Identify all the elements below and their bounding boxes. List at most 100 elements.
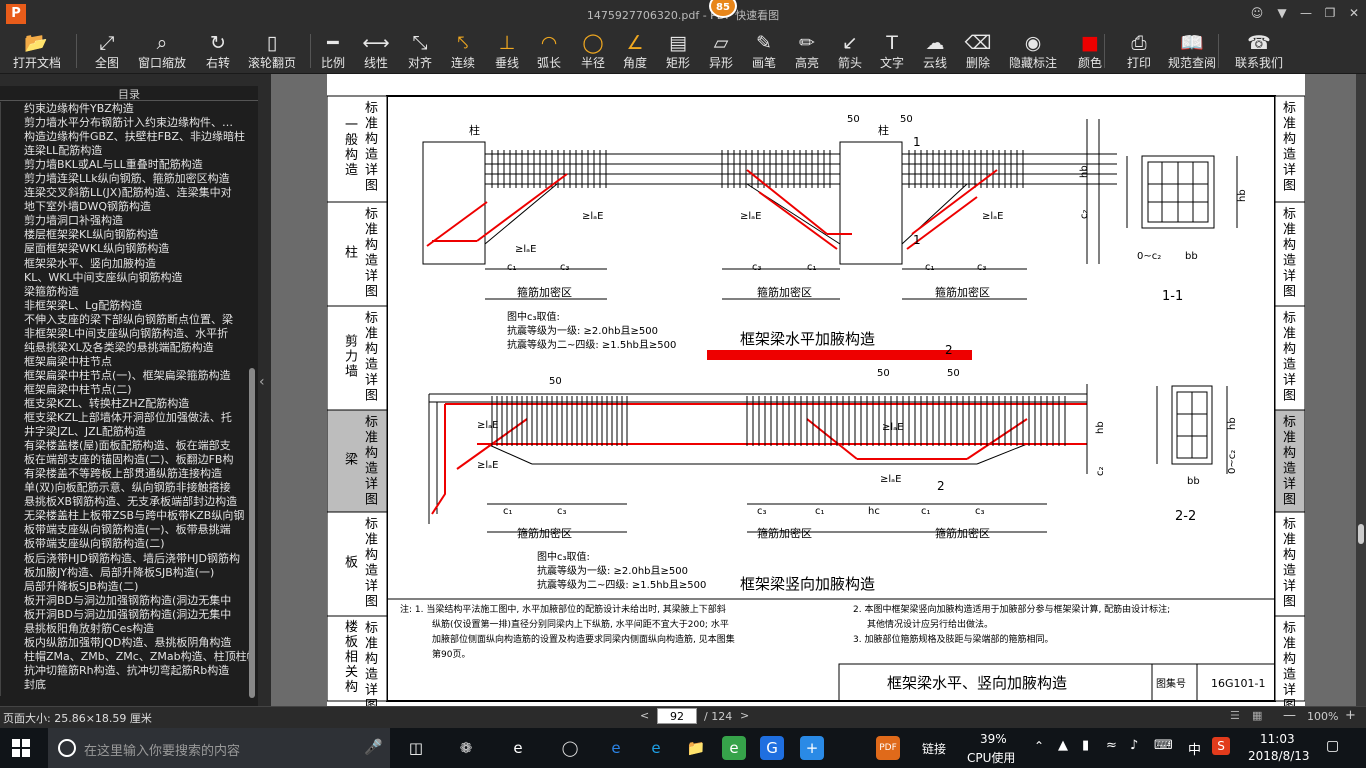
- sidebar-collapse-button[interactable]: ‹: [258, 74, 271, 706]
- red-highlight-annotation[interactable]: [707, 350, 972, 360]
- next-page-button[interactable]: >: [740, 709, 749, 722]
- toolbar-button-highlighter[interactable]: ✏ 高亮: [792, 28, 822, 74]
- toc-item[interactable]: 板带端支座纵向钢筋构造(一)、板带悬挑端: [1, 523, 250, 537]
- toc-item[interactable]: 板开洞BD与洞边加强钢筋构造(洞边无集中: [1, 594, 250, 608]
- toc-item[interactable]: 非框架梁L、Lg配筋构造: [1, 299, 250, 313]
- toc-item[interactable]: 板带端支座纵向钢筋构造(二): [1, 537, 250, 551]
- toolbar-button-eraser[interactable]: ⌫ 删除: [963, 28, 993, 74]
- restore-icon[interactable]: ❐: [1320, 4, 1340, 22]
- menu-dropdown-icon[interactable]: ▼: [1272, 4, 1292, 22]
- page-number-input[interactable]: 92: [657, 708, 697, 724]
- toc-item[interactable]: 框架梁水平、竖向加腋构造: [1, 257, 250, 271]
- toc-item[interactable]: 连梁LL配筋构造: [1, 144, 250, 158]
- keyboard-icon[interactable]: ⌨: [1154, 738, 1173, 753]
- tray-expand-icon[interactable]: ⌃: [1034, 739, 1044, 753]
- clock-date[interactable]: 2018/8/13: [1248, 749, 1310, 763]
- toolbar-button-continuous-measure[interactable]: ⤣ 连续: [448, 28, 478, 74]
- close-icon[interactable]: ✕: [1344, 4, 1364, 22]
- toolbar-button-arc-length[interactable]: ◠ 弧长: [534, 28, 564, 74]
- toc-item[interactable]: 抗冲切箍筋Rh构造、抗冲切弯起筋Rb构造: [1, 664, 250, 678]
- toc-item[interactable]: 板开洞BD与洞边加强钢筋构造(洞边无集中: [1, 608, 250, 622]
- toc-item[interactable]: 连梁交叉斜筋LL(JX)配筋构造、连梁集中对: [1, 186, 250, 200]
- toc-scrollbar[interactable]: [249, 368, 255, 698]
- toc-item[interactable]: 板在端部支座的锚固构造(二)、板翻边FB构: [1, 453, 250, 467]
- ime-indicator[interactable]: 中: [1188, 739, 1201, 758]
- toc-item[interactable]: KL、WKL中间支座纵向钢筋构造: [1, 271, 250, 285]
- toc-item[interactable]: 有梁楼盖楼(屋)面板配筋构造、板在端部支: [1, 439, 250, 453]
- toc-item[interactable]: 局部升降板SJB构造(二): [1, 580, 250, 594]
- toc-item[interactable]: 构造边缘构件GBZ、扶壁柱FBZ、非边缘暗柱: [1, 130, 250, 144]
- viewer-scroll-thumb[interactable]: [1358, 524, 1364, 544]
- toolbar-button-book[interactable]: 📖 规范查阅: [1166, 28, 1218, 74]
- toolbar-button-hide-eye[interactable]: ◉ 隐藏标注: [1007, 28, 1059, 74]
- toolbar-button-rotate-right[interactable]: ↻ 右转: [203, 28, 233, 74]
- viewer-scrollbar[interactable]: [1356, 74, 1366, 706]
- battery-icon[interactable]: ▮: [1082, 738, 1089, 753]
- toc-item[interactable]: 框架扁梁中柱节点: [1, 355, 250, 369]
- toolbar-button-printer[interactable]: ⎙ 打印: [1124, 28, 1154, 74]
- toc-item[interactable]: 框架扁梁中柱节点(一)、框架扁梁箍筋构造: [1, 369, 250, 383]
- toc-item[interactable]: 纯悬挑梁XL及各类梁的悬挑端配筋构造: [1, 341, 250, 355]
- clock-time[interactable]: 11:03: [1260, 732, 1295, 746]
- toolbar-button-magnifier[interactable]: ⌕ 窗口缩放: [136, 28, 188, 74]
- toolbar-button-fullscreen[interactable]: ⤢ 全图: [92, 28, 122, 74]
- internet-explorer-icon[interactable]: e: [644, 736, 668, 760]
- view-mode-icon[interactable]: ▦: [1252, 709, 1262, 722]
- toc-item[interactable]: 有梁楼盖不等跨板上部贯通纵筋连接构造: [1, 467, 250, 481]
- toolbar-button-mouse-wheel[interactable]: ▯ 滚轮翻页: [246, 28, 298, 74]
- browser-360-icon[interactable]: e: [722, 736, 746, 760]
- toc-item[interactable]: 井字梁JZL、JZL配筋构造: [1, 425, 250, 439]
- toc-item[interactable]: 约束边缘构件YBZ构造: [1, 102, 250, 116]
- taskbar-search-box[interactable]: 在这里输入你要搜索的内容 🎤: [48, 728, 390, 768]
- pdf-viewer-taskbar-icon[interactable]: PDF: [876, 736, 900, 760]
- toc-item[interactable]: 板内纵筋加强带JQD构造、悬挑板阴角构造: [1, 636, 250, 650]
- start-button[interactable]: [12, 739, 30, 757]
- edge-icon[interactable]: e: [604, 736, 628, 760]
- wifi-icon[interactable]: ≈: [1106, 738, 1117, 753]
- toc-item[interactable]: 单(双)向板配筋示意、纵向钢筋非接触搭接: [1, 481, 250, 495]
- task-view-icon[interactable]: ◫: [404, 736, 428, 760]
- sogou-icon[interactable]: G: [760, 736, 784, 760]
- file-explorer-icon[interactable]: 📁: [684, 736, 708, 760]
- toc-item[interactable]: 无梁楼盖柱上板带ZSB与跨中板带KZB纵向钢: [1, 509, 250, 523]
- toolbar-button-rectangle-area[interactable]: ▤ 矩形: [663, 28, 693, 74]
- toolbar-button-angle[interactable]: ∠ 角度: [620, 28, 650, 74]
- toc-item[interactable]: 板后浇带HJD钢筋构造、墙后浇带HJD钢筋构: [1, 552, 250, 566]
- toc-item[interactable]: 剪力墙洞口补强构造: [1, 214, 250, 228]
- toolbar-button-folder[interactable]: 📂 打开文档: [13, 28, 61, 74]
- toc-item[interactable]: 柱帽ZMa、ZMb、ZMc、ZMab构造、柱顶柱帽: [1, 650, 250, 664]
- toc-item[interactable]: 框支梁KZL、转换柱ZHZ配筋构造: [1, 397, 250, 411]
- toolbar-button-color-swatch[interactable]: ■ 颜色: [1075, 28, 1105, 74]
- toc-item[interactable]: 悬挑板阳角放射筋Ces构造: [1, 622, 250, 636]
- toolbar-button-scale[interactable]: ━ 比例: [318, 28, 348, 74]
- toolbar-button-aligned-measure[interactable]: ⤡ 对齐: [405, 28, 435, 74]
- chrome-like-icon[interactable]: ◯: [558, 736, 582, 760]
- toc-item[interactable]: 封底: [1, 678, 250, 692]
- cross-app-icon[interactable]: +: [800, 736, 824, 760]
- toolbar-button-support[interactable]: ☎ 联系我们: [1233, 28, 1285, 74]
- toc-item[interactable]: 非框架梁L中间支座纵向钢筋构造、水平折: [1, 327, 250, 341]
- view-mode-icon[interactable]: ☰: [1230, 709, 1240, 722]
- toc-item[interactable]: 悬挑板XB钢筋构造、无支承板端部封边构造: [1, 495, 250, 509]
- toc-item[interactable]: 不伸入支座的梁下部纵向钢筋断点位置、梁: [1, 313, 250, 327]
- toolbar-button-perpendicular[interactable]: ⊥ 垂线: [492, 28, 522, 74]
- microphone-icon[interactable]: 🎤: [364, 738, 383, 756]
- pinwheel-app-icon[interactable]: ❁: [454, 736, 478, 760]
- toc-item[interactable]: 楼层框架梁KL纵向钢筋构造: [1, 228, 250, 242]
- user-icon[interactable]: ☺: [1247, 4, 1267, 22]
- toolbar-button-arrow[interactable]: ↙ 箭头: [835, 28, 865, 74]
- action-center-icon[interactable]: ▢: [1326, 738, 1339, 754]
- toolbar-button-text[interactable]: T 文字: [877, 28, 907, 74]
- sogou-ime-icon[interactable]: S: [1212, 737, 1230, 755]
- toolbar-button-cloud-line[interactable]: ☁ 云线: [920, 28, 950, 74]
- volume-icon[interactable]: ♪: [1130, 738, 1138, 753]
- toc-item[interactable]: 板加腋JY构造、局部升降板SJB构造(一): [1, 566, 250, 580]
- minimize-icon[interactable]: —: [1296, 4, 1316, 22]
- link-label[interactable]: 链接: [922, 740, 946, 757]
- zoom-in-button[interactable]: +: [1345, 708, 1356, 723]
- ie-browser-icon[interactable]: e: [506, 736, 530, 760]
- toolbar-button-radius[interactable]: ◯ 半径: [578, 28, 608, 74]
- notification-bell-icon[interactable]: ▲: [1058, 738, 1068, 753]
- toc-item[interactable]: 地下室外墙DWQ钢筋构造: [1, 200, 250, 214]
- toc-item[interactable]: 屋面框架梁WKL纵向钢筋构造: [1, 242, 250, 256]
